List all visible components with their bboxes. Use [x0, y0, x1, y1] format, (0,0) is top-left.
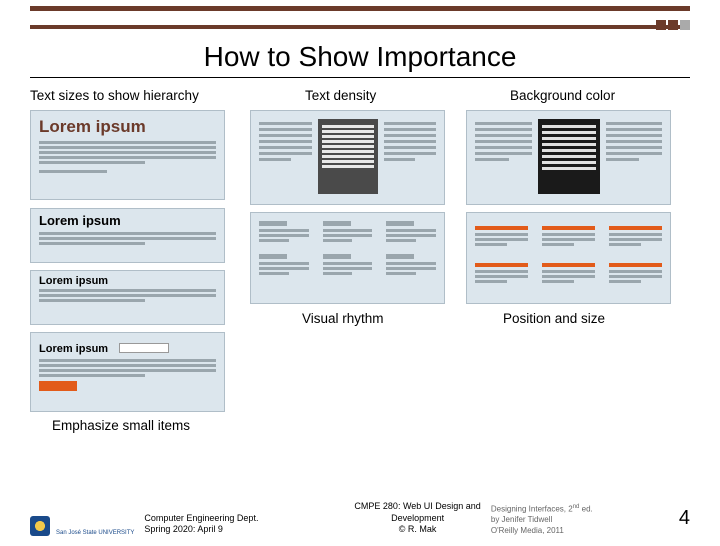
input-placeholder-box — [119, 343, 169, 353]
citation-author: by Jenifer Tidwell — [491, 515, 661, 525]
caption-emphasize: Emphasize small items — [52, 418, 190, 433]
wireframe-heading: Lorem ipsum — [39, 343, 108, 355]
slide-content: Text sizes to show hierarchy Text densit… — [30, 88, 690, 468]
page-number: 4 — [679, 507, 690, 530]
footer: San José State UNIVERSITY Computer Engin… — [0, 501, 720, 536]
emphasis-swatch — [39, 381, 77, 391]
caption-background-color: Background color — [510, 88, 615, 103]
wireframe-background-color — [466, 110, 671, 205]
caption-text-density: Text density — [305, 88, 376, 103]
footer-author: © R. Mak — [344, 524, 491, 536]
wireframe-text-size-xl: Lorem ipsum — [30, 110, 225, 200]
footer-course: CMPE 280: Web UI Design and Development — [344, 501, 491, 524]
wireframe-heading: Lorem ipsum — [39, 275, 216, 287]
dark-block — [538, 119, 600, 194]
sjsu-logo-icon — [30, 516, 50, 536]
thin-rule — [30, 77, 690, 78]
citation-title: Designing Interfaces, 2nd ed. — [491, 504, 661, 515]
wireframe-text-size-md: Lorem ipsum — [30, 270, 225, 325]
footer-citation: Designing Interfaces, 2nd ed. by Jenifer… — [491, 504, 661, 536]
wireframe-visual-rhythm — [250, 212, 445, 304]
caption-text-sizes: Text sizes to show hierarchy — [30, 88, 199, 103]
wireframe-position-size — [466, 212, 671, 304]
footer-left: Computer Engineering Dept. Spring 2020: … — [144, 513, 344, 536]
footer-date: Spring 2020: April 9 — [144, 524, 344, 536]
footer-dept: Computer Engineering Dept. — [144, 513, 344, 525]
wireframe-heading: Lorem ipsum — [39, 213, 216, 228]
wireframe-text-size-lg: Lorem ipsum — [30, 208, 225, 263]
wireframe-emphasize: Lorem ipsum — [30, 332, 225, 412]
footer-mid: CMPE 280: Web UI Design and Development … — [344, 501, 491, 536]
wireframe-heading: Lorem ipsum — [39, 117, 216, 137]
second-rule — [30, 25, 690, 29]
corner-decoration — [656, 20, 690, 30]
sjsu-logo-text: San José State UNIVERSITY — [56, 530, 134, 536]
caption-position-size: Position and size — [503, 311, 605, 326]
caption-visual-rhythm: Visual rhythm — [302, 311, 384, 326]
top-rule — [30, 6, 690, 11]
citation-pub: O'Reilly Media, 2011 — [491, 526, 661, 536]
wireframe-text-density — [250, 110, 445, 205]
slide-title: How to Show Importance — [0, 41, 720, 73]
dense-block — [318, 119, 378, 194]
